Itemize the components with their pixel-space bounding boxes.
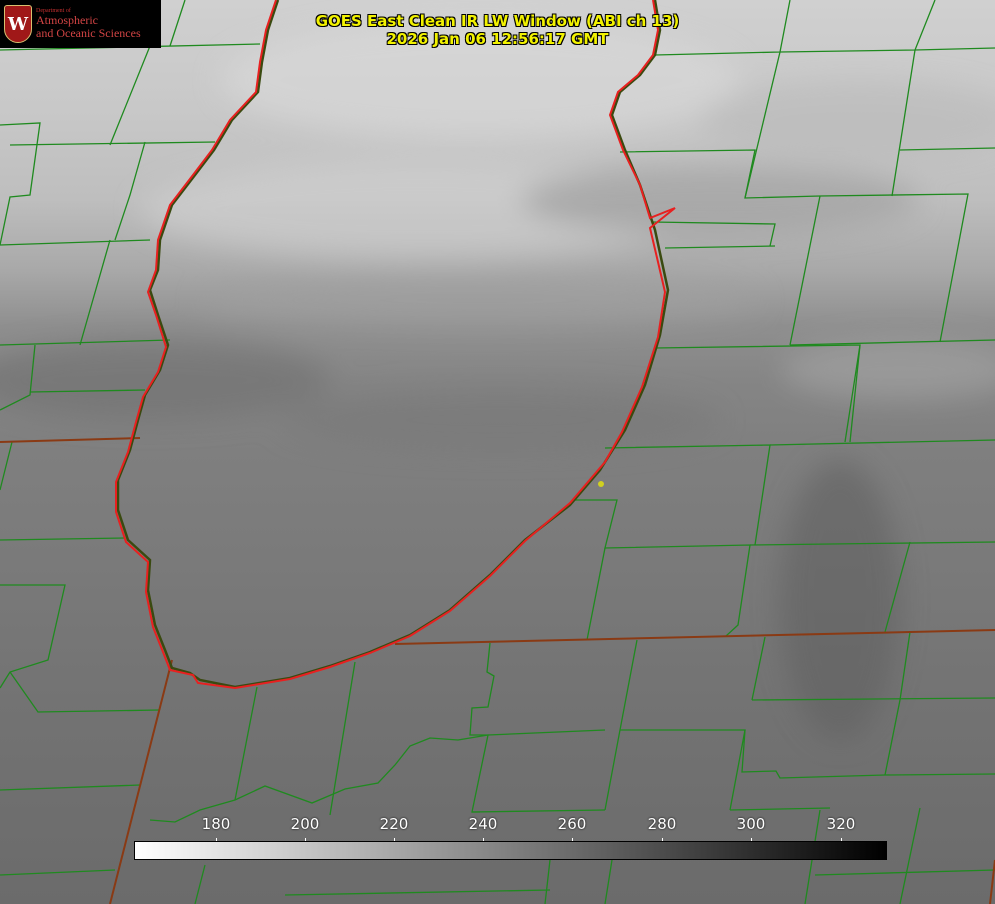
colorbar-tick-label: 240 <box>468 815 498 833</box>
location-marker <box>598 481 604 487</box>
logo-line-2: and Oceanic Sciences <box>36 26 141 41</box>
image-title: GOES East Clean IR LW Window (ABI ch 13)… <box>300 12 695 48</box>
logo-text: Department of Atmospheric and Oceanic Sc… <box>36 8 141 41</box>
colorbar-tick-label: 320 <box>826 815 856 833</box>
cloud-texture <box>0 20 995 740</box>
image-timestamp: 2026 Jan 06 12:56:17 GMT <box>386 30 609 48</box>
colorbar-tick-label: 200 <box>290 815 320 833</box>
colorbar <box>134 841 887 860</box>
colorbar-tick-label: 300 <box>736 815 766 833</box>
colorbar-tick-label: 180 <box>201 815 231 833</box>
uw-aos-logo: W Department of Atmospheric and Oceanic … <box>0 0 161 48</box>
colorbar-tick-label: 280 <box>647 815 677 833</box>
colorbar-tick-label: 260 <box>557 815 587 833</box>
colorbar-tick-label: 220 <box>379 815 409 833</box>
satellite-map: W Department of Atmospheric and Oceanic … <box>0 0 995 904</box>
crest-icon: W <box>4 5 32 43</box>
map-overlay <box>0 0 995 904</box>
product-title: GOES East Clean IR LW Window (ABI ch 13) <box>315 12 680 30</box>
